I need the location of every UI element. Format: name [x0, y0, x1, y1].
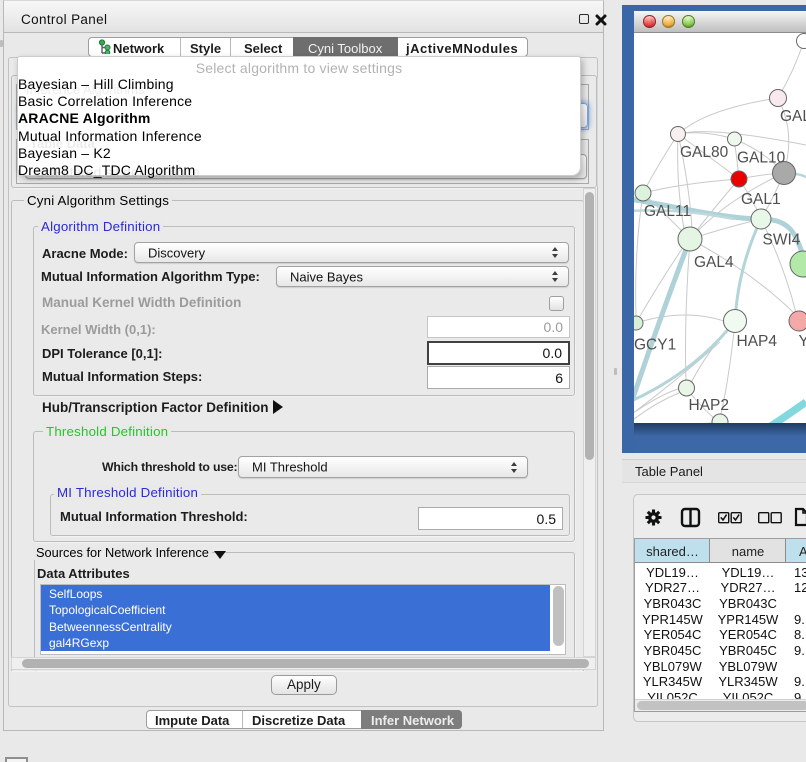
svg-text:GAL10: GAL10	[737, 150, 786, 167]
svg-text:HAP4: HAP4	[737, 333, 778, 350]
svg-text:GAL: GAL	[780, 108, 806, 125]
svg-text:SWI4: SWI4	[763, 232, 801, 249]
svg-text:GAL11: GAL11	[644, 203, 691, 220]
svg-text:Y: Y	[799, 333, 806, 350]
svg-text:HAP2: HAP2	[689, 397, 730, 414]
svg-text:GCY1: GCY1	[634, 337, 676, 354]
svg-text:GAL4: GAL4	[694, 254, 734, 271]
svg-text:GAL80: GAL80	[680, 144, 729, 161]
svg-text:GAL1: GAL1	[741, 191, 781, 208]
